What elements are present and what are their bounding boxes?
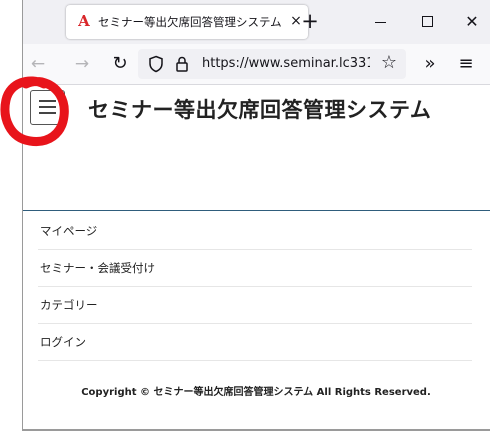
web-page: セミナー等出欠席回答管理システム マイページ セミナー・会議受付け カテゴリー … [22, 85, 490, 431]
window-border-left [22, 0, 23, 431]
shield-icon[interactable] [148, 55, 164, 73]
tab-title: セミナー等出欠席回答管理システム [98, 15, 282, 29]
overflow-chevron-icon[interactable]: » [418, 52, 442, 76]
site-title[interactable]: セミナー等出欠席回答管理システム [88, 94, 431, 124]
reload-icon[interactable]: ↻ [108, 52, 132, 76]
browser-tab[interactable]: A セミナー等出欠席回答管理システム × [66, 5, 308, 39]
red-circle-annotation [0, 76, 69, 147]
app-menu-icon[interactable]: ≡ [454, 52, 478, 76]
url-text[interactable]: https://www.seminar.lc331-a [202, 56, 370, 71]
back-arrow-icon[interactable]: ← [26, 52, 50, 76]
address-bar[interactable]: https://www.seminar.lc331-a ☆ [138, 49, 406, 79]
navigation-toolbar: ← → ↻ https://www.seminar.lc331-a ☆ » ≡ [22, 44, 490, 85]
forward-arrow-icon[interactable]: → [70, 52, 94, 76]
header-divider [22, 210, 490, 211]
close-window-button[interactable]: ✕ [457, 10, 487, 34]
bookmark-star-icon[interactable]: ☆ [378, 52, 400, 74]
nav-item-category[interactable]: カテゴリー [38, 287, 472, 324]
lock-icon[interactable] [174, 55, 190, 73]
tab-strip: A セミナー等出欠席回答管理システム × + ✕ [22, 0, 490, 44]
url-host: https://www.seminar.lc331- [202, 56, 370, 71]
nav-item-seminar-reception[interactable]: セミナー・会議受付け [38, 250, 472, 287]
nav-item-mypage[interactable]: マイページ [38, 213, 472, 250]
new-tab-button[interactable]: + [298, 10, 322, 34]
nav-menu: マイページ セミナー・会議受付け カテゴリー ログイン [38, 213, 472, 361]
browser-window: A セミナー等出欠席回答管理システム × + ✕ ← → ↻ https://w… [22, 0, 490, 431]
nav-item-login[interactable]: ログイン [38, 324, 472, 361]
copyright-footer: Copyright © セミナー等出欠席回答管理システム All Rights … [81, 387, 431, 398]
site-favicon-icon: A [78, 12, 90, 30]
minimize-button[interactable] [365, 10, 395, 34]
maximize-button[interactable] [412, 10, 442, 34]
